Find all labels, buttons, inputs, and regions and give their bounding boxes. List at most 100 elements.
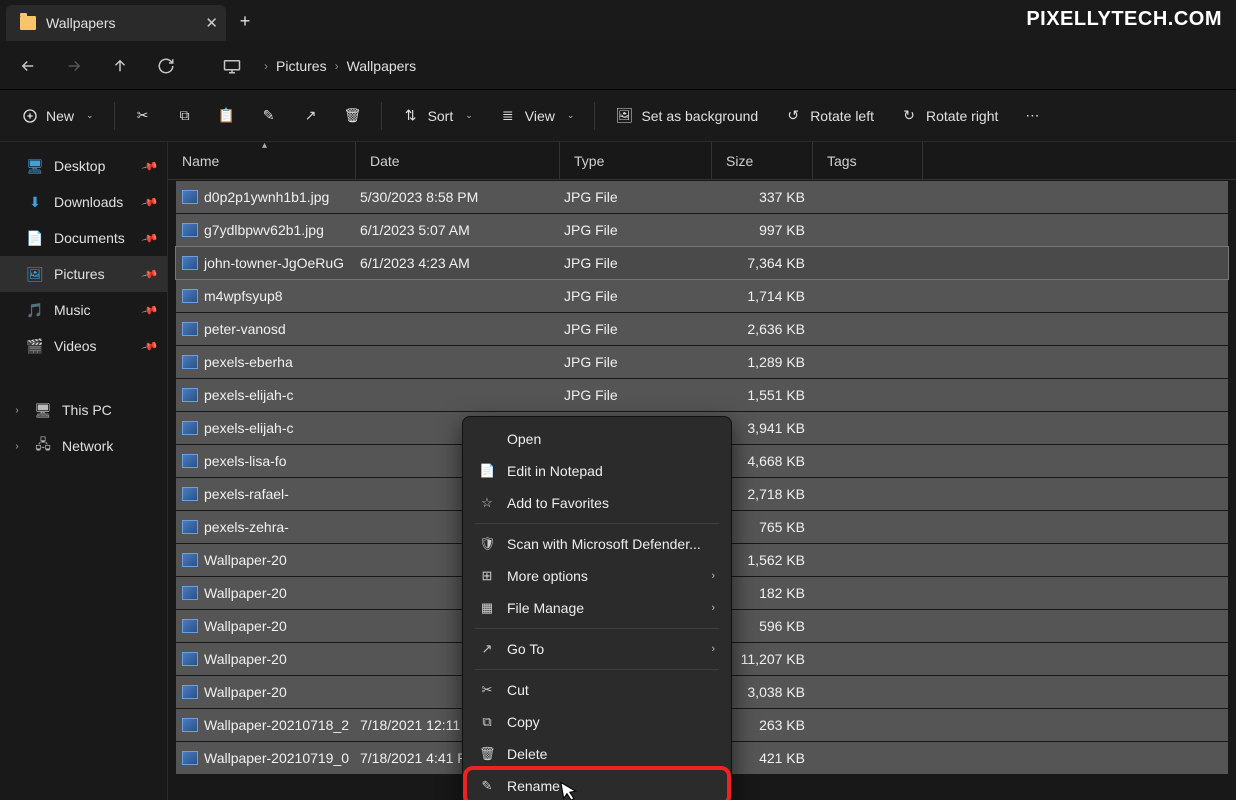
- menu-item-edit-in-notepad[interactable]: 📄Edit in Notepad: [467, 455, 727, 487]
- copy-button[interactable]: ⧉: [165, 98, 205, 134]
- sidebar-item-music[interactable]: 🎵Music📌: [0, 292, 167, 328]
- sidebar-item-label: Documents: [54, 230, 125, 246]
- set-background-button[interactable]: 🖼 Set as background: [603, 98, 770, 134]
- menu-item-open[interactable]: Open: [467, 423, 727, 455]
- sidebar-item-downloads[interactable]: ⬇Downloads📌: [0, 184, 167, 220]
- cut-button[interactable]: ✂: [123, 98, 163, 134]
- col-type[interactable]: Type: [560, 142, 712, 179]
- file-row[interactable]: d0p2p1ywnh1b1.jpg5/30/2023 8:58 PMJPG Fi…: [176, 181, 1228, 213]
- delete-button[interactable]: 🗑: [333, 98, 373, 134]
- file-size: 1,714 KB: [716, 288, 817, 304]
- sort-button[interactable]: ⇅ Sort ⌄: [390, 98, 485, 134]
- file-row[interactable]: g7ydlbpwv62b1.jpg6/1/2023 5:07 AMJPG Fil…: [176, 214, 1228, 246]
- sidebar-item-network[interactable]: ›🖧Network: [0, 428, 167, 464]
- file-row[interactable]: john-towner-JgOeRuG6/1/2023 4:23 AMJPG F…: [176, 247, 1228, 279]
- file-size: 1,551 KB: [716, 387, 817, 403]
- file-size: 2,636 KB: [716, 321, 817, 337]
- menu-item-rename[interactable]: ✎Rename: [467, 770, 727, 800]
- col-date[interactable]: Date: [356, 142, 560, 179]
- file-thumb-icon: [182, 256, 198, 270]
- forward-button[interactable]: [54, 48, 94, 84]
- file-name: Wallpaper-20: [204, 552, 287, 568]
- title-bar: Wallpapers ✕ + PIXELLYTECH.COM: [0, 0, 1236, 42]
- new-tab-button[interactable]: +: [228, 4, 262, 38]
- file-row[interactable]: peter-vanosd JPG File2,636 KB: [176, 313, 1228, 345]
- paste-button[interactable]: 📋: [207, 98, 247, 134]
- sidebar-item-label: This PC: [62, 402, 112, 418]
- rotate-left-button[interactable]: ↺ Rotate left: [772, 98, 886, 134]
- file-type: JPG File: [564, 321, 716, 337]
- menu-icon: ☆: [479, 495, 495, 511]
- menu-label: File Manage: [507, 600, 584, 616]
- menu-item-copy[interactable]: ⧉Copy: [467, 706, 727, 738]
- file-type: JPG File: [564, 189, 716, 205]
- new-button[interactable]: New ⌄: [10, 98, 106, 134]
- file-thumb-icon: [182, 421, 198, 435]
- file-name: peter-vanosd: [204, 321, 286, 337]
- file-size: 1,289 KB: [716, 354, 817, 370]
- chevron-down-icon: ⌄: [567, 110, 575, 121]
- file-thumb-icon: [182, 520, 198, 534]
- menu-item-scan-with-microsoft-defender-[interactable]: 🛡Scan with Microsoft Defender...: [467, 528, 727, 560]
- file-date: 6/1/2023 5:07 AM: [360, 222, 564, 238]
- rotate-right-button[interactable]: ↻ Rotate right: [888, 98, 1010, 134]
- menu-item-more-options[interactable]: ⊞More options›: [467, 560, 727, 592]
- chevron-right-icon: ›: [711, 602, 715, 614]
- menu-item-cut[interactable]: ✂Cut: [467, 674, 727, 706]
- file-name: Wallpaper-20: [204, 684, 287, 700]
- menu-label: Add to Favorites: [507, 495, 609, 511]
- pin-icon: 📌: [141, 265, 159, 283]
- breadcrumb-segment[interactable]: Wallpapers: [347, 58, 417, 74]
- file-type: JPG File: [564, 354, 716, 370]
- menu-item-file-manage[interactable]: ▦ File Manage ›: [467, 592, 727, 624]
- menu-item-add-to-favorites[interactable]: ☆ Add to Favorites: [467, 487, 727, 519]
- refresh-button[interactable]: [146, 48, 186, 84]
- sidebar-item-pictures[interactable]: 🖼Pictures📌: [0, 256, 167, 292]
- close-tab-button[interactable]: ✕: [205, 14, 218, 32]
- toolbar: New ⌄ ✂ ⧉ 📋 ✎ ↗ 🗑 ⇅ Sort ⌄ ≣ View ⌄ 🖼 Se…: [0, 90, 1236, 142]
- menu-item-delete[interactable]: 🗑Delete: [467, 738, 727, 770]
- file-type: JPG File: [564, 255, 716, 271]
- share-button[interactable]: ↗: [291, 98, 331, 134]
- back-button[interactable]: [8, 48, 48, 84]
- sidebar-item-desktop[interactable]: 🖥Desktop📌: [0, 148, 167, 184]
- separator: [381, 102, 382, 130]
- file-date: 6/1/2023 4:23 AM: [360, 255, 564, 271]
- menu-item-go-to[interactable]: ↗Go To›: [467, 633, 727, 665]
- chevron-right-icon: ›: [10, 441, 24, 452]
- file-row[interactable]: pexels-eberhaJPG File1,289 KB: [176, 346, 1228, 378]
- menu-label: Copy: [507, 714, 540, 730]
- rotate-left-label: Rotate left: [810, 108, 874, 124]
- desktop-icon: 🖥: [26, 157, 44, 175]
- file-name: m4wpfsyup8: [204, 288, 283, 304]
- file-thumb-icon: [182, 289, 198, 303]
- content-area: 🖥Desktop📌⬇Downloads📌📄Documents📌🖼Pictures…: [0, 142, 1236, 800]
- col-tags[interactable]: Tags: [813, 142, 923, 179]
- sidebar-item-label: Network: [62, 438, 113, 454]
- file-size: 7,364 KB: [716, 255, 817, 271]
- file-row[interactable]: pexels-elijah-cJPG File1,551 KB: [176, 379, 1228, 411]
- file-pane: ▴ Name Date Type Size Tags d0p2p1ywnh1b1…: [168, 142, 1236, 800]
- breadcrumb-segment[interactable]: Pictures: [276, 58, 327, 74]
- file-thumb-icon: [182, 553, 198, 567]
- file-name: pexels-lisa-fo: [204, 453, 286, 469]
- tab-wallpapers[interactable]: Wallpapers ✕: [6, 5, 226, 41]
- file-size: 997 KB: [716, 222, 817, 238]
- context-menu: Open📄Edit in Notepad ☆ Add to Favorites 🛡Sc…: [462, 416, 732, 800]
- path-root-icon[interactable]: [212, 48, 252, 84]
- pc-icon: 🖥: [34, 401, 52, 419]
- sidebar-item-this-pc[interactable]: ›🖥This PC: [0, 392, 167, 428]
- menu-icon: ▦: [479, 600, 495, 616]
- rename-button[interactable]: ✎: [249, 98, 289, 134]
- sidebar-item-documents[interactable]: 📄Documents📌: [0, 220, 167, 256]
- file-thumb-icon: [182, 190, 198, 204]
- column-headers: ▴ Name Date Type Size Tags: [168, 142, 1236, 180]
- up-button[interactable]: [100, 48, 140, 84]
- view-button[interactable]: ≣ View ⌄: [487, 98, 587, 134]
- sidebar-item-videos[interactable]: 🎬Videos📌: [0, 328, 167, 364]
- col-size[interactable]: Size: [712, 142, 813, 179]
- file-name: Wallpaper-20: [204, 618, 287, 634]
- file-row[interactable]: m4wpfsyup8 JPG File1,714 KB: [176, 280, 1228, 312]
- more-button[interactable]: ⋯: [1012, 98, 1052, 134]
- file-type: JPG File: [564, 288, 716, 304]
